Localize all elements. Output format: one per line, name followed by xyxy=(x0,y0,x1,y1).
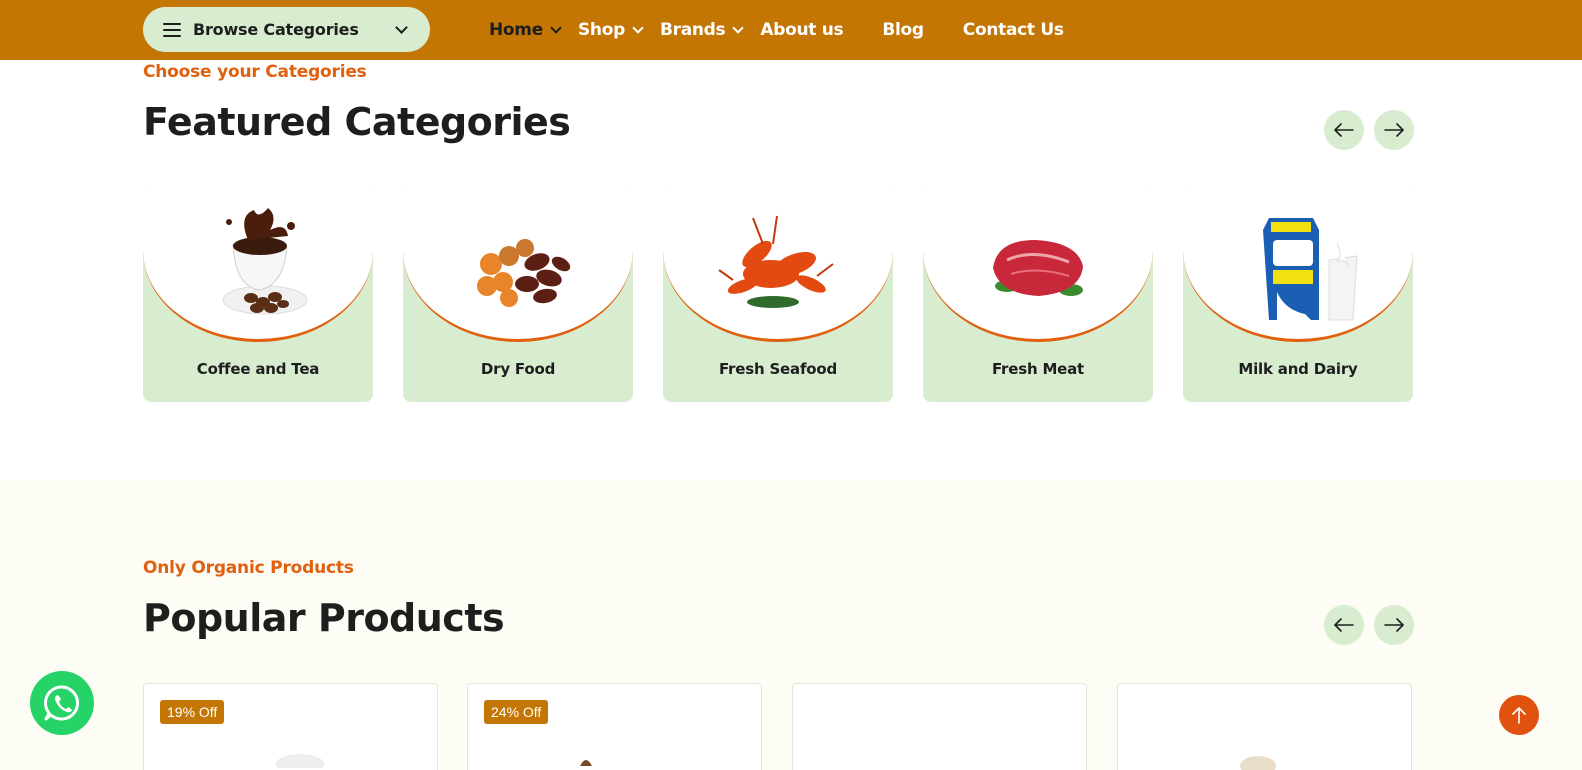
category-name: Coffee and Tea xyxy=(196,360,320,378)
nav-item-label: Shop xyxy=(577,20,625,40)
category-card-fresh-seafood[interactable]: Fresh Seafood xyxy=(663,188,893,402)
category-name: Dry Food xyxy=(480,360,556,378)
nav-item-blog[interactable]: Blog xyxy=(882,20,924,40)
product-image xyxy=(276,754,324,768)
nav-item-label: Contact Us xyxy=(962,20,1064,40)
arrow-right-icon xyxy=(1384,618,1404,632)
popular-subtitle: Only Organic Products xyxy=(143,558,354,578)
chevron-down-icon xyxy=(632,21,644,34)
product-card[interactable] xyxy=(1117,683,1412,770)
popular-next-button[interactable] xyxy=(1374,605,1414,645)
product-card[interactable]: 24% Off xyxy=(467,683,762,770)
category-card-coffee-tea[interactable]: Coffee and Tea xyxy=(143,188,373,402)
nav-item-label: Brands xyxy=(659,20,726,40)
featured-prev-button[interactable] xyxy=(1324,110,1364,150)
arrow-left-icon xyxy=(1334,618,1354,632)
nav-item-label: About us xyxy=(760,20,844,40)
arrow-left-icon xyxy=(1334,123,1354,137)
featured-subtitle: Choose your Categories xyxy=(143,62,367,82)
category-card-dry-food[interactable]: Dry Food xyxy=(403,188,633,402)
popular-prev-button[interactable] xyxy=(1324,605,1364,645)
scroll-to-top-button[interactable] xyxy=(1499,695,1539,735)
top-nav-bar: Browse Categories Home Shop Brands About… xyxy=(0,0,1582,60)
browse-categories-label: Browse Categories xyxy=(193,20,359,39)
hamburger-icon xyxy=(163,22,181,37)
nav-item-shop[interactable]: Shop xyxy=(577,20,644,40)
category-card-fresh-meat[interactable]: Fresh Meat xyxy=(923,188,1153,402)
chevron-down-icon xyxy=(550,21,562,34)
product-image xyxy=(1240,756,1276,770)
discount-badge: 24% Off xyxy=(484,700,549,724)
browse-categories-button[interactable]: Browse Categories xyxy=(143,7,430,52)
product-card[interactable] xyxy=(792,683,1087,770)
featured-title: Featured Categories xyxy=(143,100,571,144)
nav-item-label: Home xyxy=(489,20,543,40)
main-nav: Home Shop Brands About us Blog Contact U… xyxy=(489,0,1103,60)
whatsapp-icon xyxy=(44,685,80,721)
nav-item-brands[interactable]: Brands xyxy=(659,20,745,40)
product-image xyxy=(580,760,592,766)
category-name: Milk and Dairy xyxy=(1238,360,1358,378)
meat-image xyxy=(993,240,1083,296)
milk-carton-image xyxy=(1263,218,1358,321)
arrow-up-icon xyxy=(1512,707,1526,724)
nav-item-home[interactable]: Home xyxy=(489,20,562,40)
featured-next-button[interactable] xyxy=(1374,110,1414,150)
discount-badge: 19% Off xyxy=(160,700,225,724)
product-card[interactable]: 19% Off xyxy=(143,683,438,770)
category-name: Fresh Meat xyxy=(991,360,1085,378)
nav-item-about[interactable]: About us xyxy=(760,20,843,40)
coffee-cup-image xyxy=(222,208,308,315)
dry-food-image xyxy=(477,239,571,307)
arrow-right-icon xyxy=(1384,123,1404,137)
chevron-down-icon xyxy=(732,21,745,34)
category-card-milk-dairy[interactable]: Milk and Dairy xyxy=(1183,188,1413,402)
nav-item-label: Blog xyxy=(882,20,924,40)
crayfish-image xyxy=(718,215,834,308)
popular-title: Popular Products xyxy=(143,596,505,640)
nav-item-contact[interactable]: Contact Us xyxy=(963,20,1064,40)
whatsapp-button[interactable] xyxy=(30,671,94,735)
category-name: Fresh Seafood xyxy=(718,360,838,378)
chevron-down-icon xyxy=(395,20,408,34)
